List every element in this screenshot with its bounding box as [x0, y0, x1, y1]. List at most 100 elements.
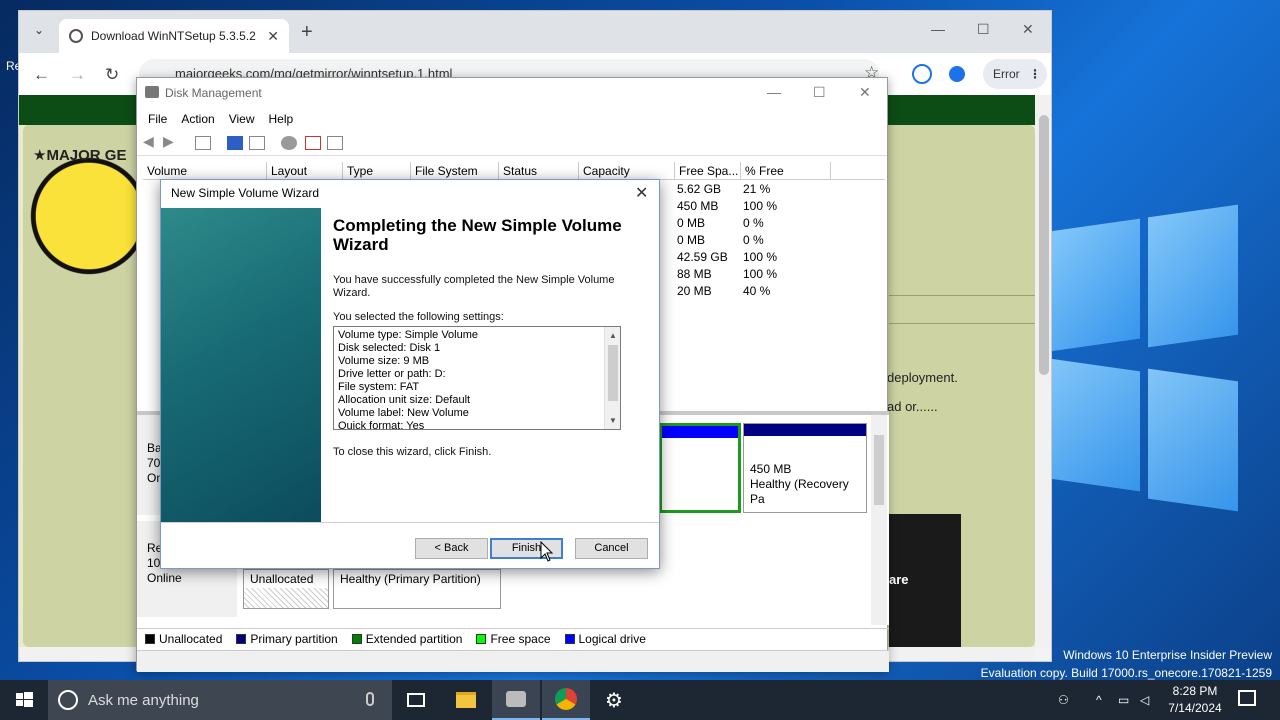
show-hidden-icons[interactable]: ^ — [1096, 680, 1102, 720]
download-icon[interactable] — [912, 64, 932, 84]
close-tab-icon[interactable]: ✕ — [267, 28, 279, 45]
maximize-icon[interactable]: ☐ — [977, 21, 990, 38]
check-icon[interactable] — [305, 136, 321, 150]
microphone-icon[interactable] — [366, 692, 374, 706]
new-tab-icon[interactable]: + — [301, 21, 313, 44]
primary-partition[interactable]: Healthy (Primary Partition) — [333, 569, 501, 609]
help-icon[interactable] — [227, 136, 243, 150]
table-row[interactable]: 42.59 GB 100 % — [673, 250, 777, 267]
recovery-partition[interactable]: 450 MB Healthy (Recovery Pa — [743, 423, 867, 513]
legend-primary: Primary partition — [236, 632, 338, 646]
table-row[interactable]: 450 MB 100 % — [673, 199, 777, 216]
windows-logo-graphic — [1050, 204, 1250, 515]
column-status[interactable]: Status — [499, 162, 579, 179]
clock[interactable]: 8:28 PM 7/14/2024 — [1160, 683, 1230, 717]
clock-date: 7/14/2024 — [1168, 701, 1222, 715]
menu-file[interactable]: File — [141, 108, 174, 130]
close-window-icon[interactable]: ✕ — [1022, 21, 1034, 38]
page-image[interactable]: are — [889, 514, 961, 654]
browser-tab[interactable]: Download WinNTSetup 5.3.5.2 ✕ — [59, 19, 289, 53]
settings-list[interactable]: Volume type: Simple Volume Disk selected… — [333, 326, 621, 430]
globe-icon — [69, 29, 83, 43]
percent-free-cell: 100 % — [743, 250, 778, 264]
table-row[interactable]: 0 MB 0 % — [673, 216, 764, 233]
back-icon[interactable]: ← — [33, 65, 50, 85]
reload-icon[interactable]: ↻ — [105, 65, 119, 85]
new-simple-volume-wizard: New Simple Volume Wizard ✕ Completing th… — [160, 179, 660, 569]
people-icon[interactable]: ⚇ — [1058, 680, 1069, 720]
column-layout[interactable]: Layout — [267, 162, 343, 179]
disk-management-taskbar-icon[interactable] — [492, 680, 540, 720]
scroll-down-icon[interactable]: ▼ — [607, 414, 619, 427]
volume-icon[interactable]: ◁ — [1140, 680, 1149, 720]
partition-block[interactable] — [659, 423, 741, 513]
legend-extended: Extended partition — [351, 632, 462, 646]
table-row[interactable]: 0 MB 0 % — [673, 233, 764, 250]
list-item: Allocation unit size: Default — [338, 394, 471, 406]
column-volume[interactable]: Volume — [143, 162, 267, 179]
wizard-heading: Completing the New Simple Volume Wizard — [333, 216, 622, 254]
column-percent-free[interactable]: % Free — [741, 162, 831, 179]
column-type[interactable]: Type — [343, 162, 411, 179]
wizard-side-banner — [161, 208, 321, 522]
properties-icon[interactable] — [195, 136, 211, 150]
legend-bar: Unallocated Primary partition Extended p… — [137, 628, 889, 648]
primary-status: Healthy (Primary Partition) — [340, 572, 481, 586]
settings-list-scrollbar[interactable]: ▲ ▼ — [604, 327, 620, 429]
menu-icon[interactable]: ⋮ — [1029, 67, 1041, 81]
menu-action[interactable]: Action — [174, 108, 221, 130]
percent-free-cell: 40 % — [743, 284, 771, 298]
taskbar-search-box[interactable]: Ask me anything — [48, 680, 392, 720]
status-bar — [137, 650, 889, 672]
minimize-icon[interactable]: — — [767, 84, 781, 100]
unallocated-partition[interactable]: Unallocated — [243, 569, 329, 609]
table-row[interactable]: 20 MB 40 % — [673, 284, 770, 301]
column-free-space[interactable]: Free Spa... — [675, 162, 741, 179]
chrome-icon[interactable] — [542, 680, 590, 720]
task-view-icon[interactable] — [392, 680, 440, 720]
close-window-icon[interactable]: ✕ — [859, 84, 871, 101]
list-item: File system: FAT — [338, 381, 420, 393]
wizard-title: New Simple Volume Wizard — [171, 186, 320, 200]
forward-icon[interactable]: → — [69, 65, 86, 85]
page-vertical-scrollbar[interactable] — [1035, 95, 1051, 647]
windows-icon — [16, 692, 33, 707]
start-button[interactable] — [0, 680, 48, 720]
minimize-icon[interactable]: — — [931, 21, 945, 37]
network-icon[interactable]: ▭ — [1118, 680, 1129, 720]
tab-search-icon[interactable]: ⌄ — [29, 23, 49, 43]
disk1-status: Online — [147, 571, 182, 585]
page-text-load: ad or...... — [887, 399, 938, 414]
list-view-icon[interactable] — [249, 136, 265, 150]
settings-gear-icon[interactable]: ⚙ — [590, 680, 638, 720]
settings-icon[interactable] — [327, 136, 343, 150]
forward-icon[interactable]: ▶ — [163, 133, 179, 149]
scroll-up-icon[interactable]: ▲ — [607, 329, 619, 342]
menu-view[interactable]: View — [222, 108, 262, 130]
maximize-icon[interactable]: ☐ — [813, 84, 826, 101]
column-capacity[interactable]: Capacity — [579, 162, 675, 179]
back-button[interactable]: < Back — [415, 538, 488, 559]
file-explorer-icon[interactable] — [442, 680, 490, 720]
connect-icon[interactable] — [281, 136, 297, 150]
search-placeholder: Ask me anything — [88, 691, 199, 709]
unallocated-label: Unallocated — [244, 570, 328, 588]
mouse-cursor-icon — [540, 541, 554, 562]
percent-free-cell: 21 % — [743, 182, 771, 196]
back-icon[interactable]: ◀ — [143, 133, 159, 149]
column-file-system[interactable]: File System — [411, 162, 499, 179]
menu-help[interactable]: Help — [262, 108, 301, 130]
window-title: Disk Management — [165, 86, 262, 100]
clock-time: 8:28 PM — [1172, 684, 1218, 698]
action-center-icon[interactable] — [1238, 690, 1256, 706]
close-icon[interactable]: ✕ — [635, 183, 648, 203]
cancel-button[interactable]: Cancel — [575, 538, 648, 559]
table-row[interactable]: 88 MB 100 % — [673, 267, 777, 284]
list-item: Volume type: Simple Volume — [338, 329, 479, 341]
error-button[interactable]: Error ⋮ — [983, 59, 1047, 89]
disk-view-scrollbar[interactable] — [871, 415, 887, 625]
table-row[interactable]: 5.62 GB 21 % — [673, 182, 770, 199]
free-space-cell: 5.62 GB — [677, 182, 722, 196]
page-image-text: are — [889, 572, 909, 587]
profile-icon[interactable] — [949, 66, 965, 82]
